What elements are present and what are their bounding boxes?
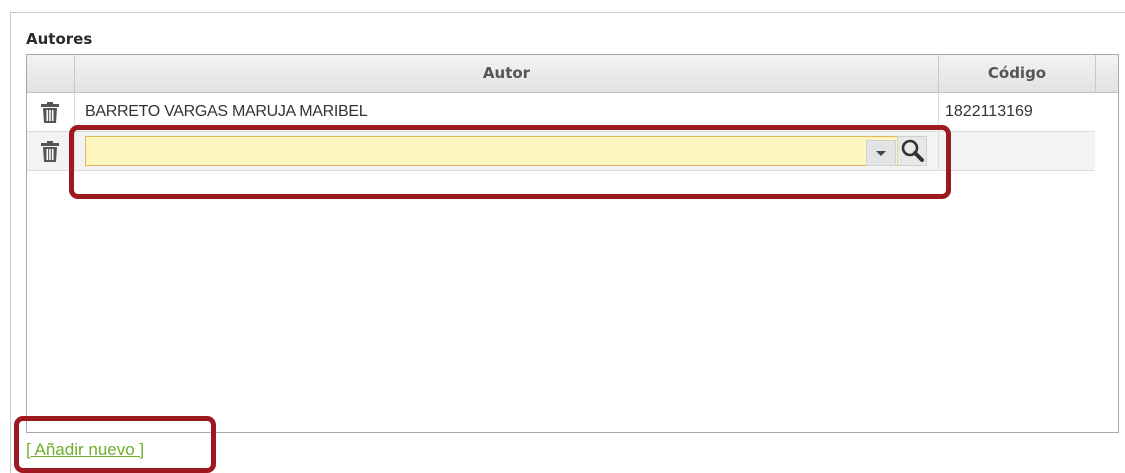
trash-icon[interactable] [40, 141, 60, 163]
autor-name: BARRETO VARGAS MARUJA MARIBEL [85, 103, 368, 120]
column-header-codigo[interactable]: Código [939, 55, 1096, 92]
table-row-editing [27, 132, 1095, 171]
column-header-autor[interactable]: Autor [75, 55, 939, 92]
dropdown-button[interactable] [866, 140, 896, 166]
header-scroll-spacer [1096, 55, 1118, 92]
grid-header: Autor Código [27, 55, 1118, 93]
codigo-value: 1822113169 [945, 103, 1033, 120]
search-icon[interactable] [897, 136, 927, 166]
section-title: Autores [26, 30, 93, 48]
delete-cell [27, 132, 75, 170]
trash-icon[interactable] [40, 102, 60, 124]
delete-cell [27, 93, 75, 131]
add-new-link[interactable]: [ Añadir nuevo ] [26, 440, 144, 460]
header-action-column [27, 55, 75, 92]
table-row: BARRETO VARGAS MARUJA MARIBEL 1822113169 [27, 93, 1095, 132]
codigo-edit-cell [939, 132, 1095, 170]
autor-search-input[interactable] [86, 137, 924, 165]
chevron-down-icon [876, 151, 886, 156]
autor-combobox[interactable] [85, 136, 925, 166]
autores-grid: Autor Código BARRETO VARGAS MARUJA MARIB… [26, 54, 1119, 433]
